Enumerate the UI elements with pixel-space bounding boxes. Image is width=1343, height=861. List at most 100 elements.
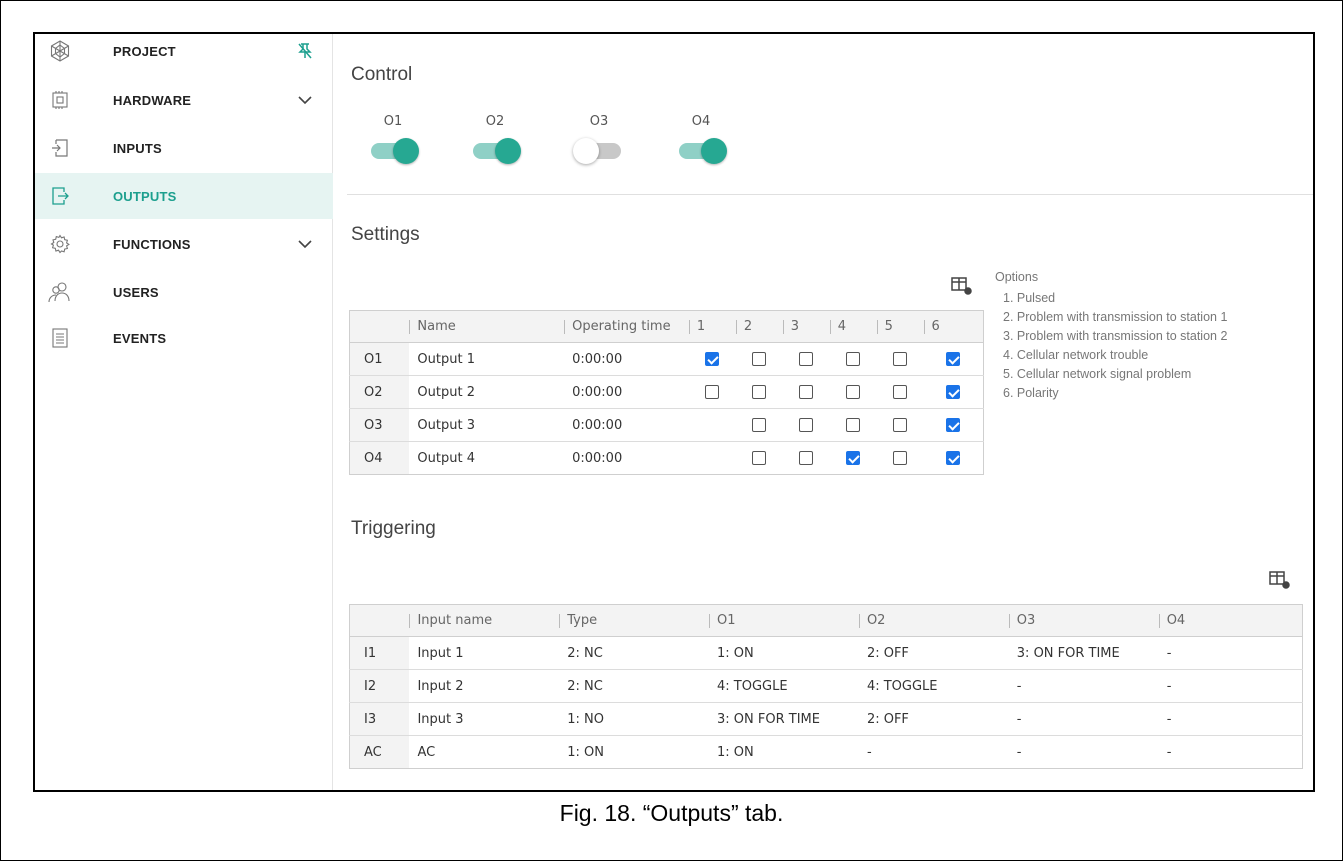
column-header[interactable]: 1 [688,310,736,343]
table-cell[interactable]: 2: OFF [858,702,1009,736]
table-cell[interactable]: - [1009,736,1159,769]
table-cell[interactable]: 3: ON FOR TIME [709,702,859,736]
triggering-body: I1 Input 1 2: NC 1: ON 2: OFF 3: ON FOR TIME -… [349,636,1303,769]
table-cell[interactable]: 1: ON [559,736,709,769]
table-cell[interactable]: 1: ON [709,636,859,670]
table-cell[interactable]: 2: OFF [858,636,1009,670]
events-icon [47,325,73,351]
option-checkbox[interactable] [946,352,961,366]
output-name-cell[interactable]: Output 2 [409,375,565,409]
table-row[interactable]: O4 Output 4 0:00:00 [349,441,984,475]
table-cell[interactable]: - [1008,702,1159,736]
operating-time-cell[interactable]: 0:00:00 [564,375,689,409]
option-checkbox[interactable] [705,385,720,399]
table-settings-icon[interactable] [951,276,973,296]
table-cell[interactable]: - [1008,669,1159,703]
option-checkbox[interactable] [946,418,961,432]
option-cell [688,342,736,376]
column-header[interactable]: 6 [923,310,984,343]
option-cell [782,408,830,442]
option-checkbox[interactable] [846,451,861,465]
column-header[interactable]: O3 [1008,604,1159,637]
sidebar-item-users[interactable]: USERS [35,269,333,315]
option-checkbox[interactable] [893,352,908,366]
operating-time-cell[interactable]: 0:00:00 [564,408,689,442]
sidebar-item-functions[interactable]: FUNCTIONS [35,221,333,267]
option-checkbox[interactable] [799,352,814,366]
option-checkbox[interactable] [893,418,908,432]
output-toggle-o1[interactable] [371,138,419,164]
chevron-down-icon[interactable] [297,236,313,252]
table-cell[interactable]: 4: TOGGLE [858,669,1009,703]
toggle-knob [495,138,521,164]
sidebar-item-hardware[interactable]: HARDWARE [35,77,333,123]
option-checkbox[interactable] [799,451,814,465]
table-row[interactable]: I2 Input 2 2: NC 4: TOGGLE 4: TOGGLE - - [349,669,1303,703]
sidebar-item-outputs[interactable]: OUTPUTS [35,173,333,219]
output-toggle-o2[interactable] [473,138,521,164]
column-header[interactable]: O1 [709,604,859,637]
output-toggle-o3[interactable] [573,138,621,164]
table-cell[interactable]: 2: NC [559,669,710,703]
option-checkbox[interactable] [752,451,767,465]
operating-time-cell[interactable]: 0:00:00 [564,442,689,475]
table-row[interactable]: I3 Input 3 1: NO 3: ON FOR TIME 2: OFF - - [349,702,1303,736]
option-checkbox[interactable] [946,451,961,465]
table-cell[interactable]: AC [409,736,559,769]
option-checkbox[interactable] [846,385,861,399]
column-header[interactable]: Input name [409,604,560,637]
sidebar-item-project[interactable]: PROJECT [35,34,333,74]
option-checkbox[interactable] [799,385,814,399]
table-cell[interactable]: 4: TOGGLE [709,669,859,703]
table-cell[interactable]: Input 3 [409,702,560,736]
sidebar-item-events[interactable]: EVENTS [35,315,333,361]
table-cell[interactable]: - [1159,736,1303,769]
option-cell [736,442,783,475]
table-row[interactable]: O2 Output 2 0:00:00 [349,375,984,409]
table-cell[interactable]: - [1158,636,1303,670]
table-cell[interactable]: 1: ON [709,736,859,769]
option-checkbox[interactable] [799,418,814,432]
table-cell[interactable]: - [1158,702,1303,736]
column-header[interactable]: Operating time [564,310,689,343]
column-header[interactable]: 4 [829,310,877,343]
output-toggle-o4[interactable] [679,138,727,164]
option-checkbox[interactable] [752,352,767,366]
table-cell[interactable]: 3: ON FOR TIME [1008,636,1159,670]
output-name-cell[interactable]: Output 1 [409,342,565,376]
output-name-cell[interactable]: Output 3 [409,408,565,442]
column-header[interactable]: 2 [735,310,783,343]
table-cell[interactable]: 1: NO [559,702,710,736]
table-row[interactable]: AC AC 1: ON 1: ON - - - [349,735,1303,769]
table-row[interactable]: O1 Output 1 0:00:00 [349,342,984,376]
option-checkbox[interactable] [752,418,767,432]
option-checkbox[interactable] [705,352,720,366]
option-checkbox[interactable] [946,385,961,399]
table-cell[interactable]: - [859,736,1009,769]
option-checkbox[interactable] [846,418,861,432]
table-cell[interactable]: - [1158,669,1303,703]
output-name-cell[interactable]: Output 4 [409,442,564,475]
figure-caption: Fig. 18. “Outputs” tab. [559,800,784,826]
option-checkbox[interactable] [893,451,908,465]
sidebar-item-inputs[interactable]: INPUTS [35,125,333,171]
column-header[interactable]: O4 [1158,604,1303,637]
column-header[interactable]: 5 [876,310,924,343]
chevron-down-icon[interactable] [297,92,313,108]
option-checkbox[interactable] [846,352,861,366]
column-header[interactable]: Name [409,310,565,343]
table-cell[interactable]: Input 2 [409,669,560,703]
column-header[interactable]: O2 [858,604,1009,637]
option-checkbox[interactable] [752,385,767,399]
operating-time-cell[interactable]: 0:00:00 [564,342,689,376]
table-cell[interactable]: Input 1 [409,636,560,670]
table-settings-icon[interactable] [1269,570,1291,590]
table-cell[interactable]: 2: NC [559,636,710,670]
table-row[interactable]: O3 Output 3 0:00:00 [349,408,984,442]
options-legend: Options 1. Pulsed 2. Problem with transm… [995,270,1227,403]
table-row[interactable]: I1 Input 1 2: NC 1: ON 2: OFF 3: ON FOR TIME - [349,636,1303,670]
column-header[interactable]: Type [559,604,710,637]
pin-icon[interactable] [297,43,313,59]
option-checkbox[interactable] [893,385,908,399]
column-header[interactable]: 3 [782,310,830,343]
